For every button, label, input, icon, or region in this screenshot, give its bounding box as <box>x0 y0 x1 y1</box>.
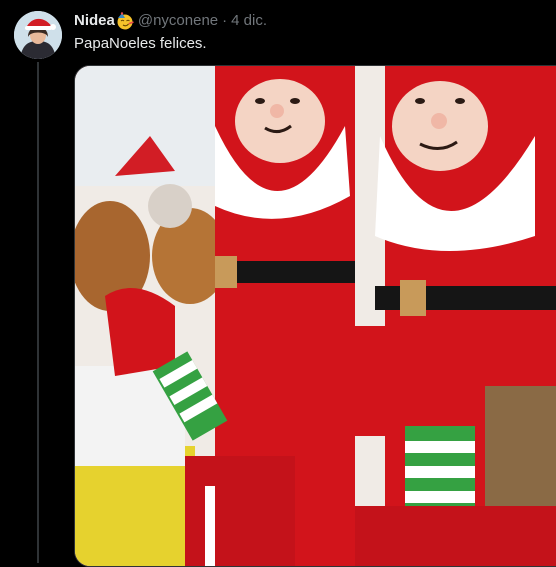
partying-face-icon <box>116 12 134 30</box>
thread-line <box>37 62 39 563</box>
tweet-date[interactable]: 4 dic. <box>231 11 267 31</box>
tweet-header: Nidea @nyconene · 4 dic. <box>74 11 267 31</box>
user-handle[interactable]: @nyconene <box>138 11 218 31</box>
header-separator: · <box>222 12 228 29</box>
santa-plush-photo <box>75 66 556 566</box>
avatar-icon <box>14 11 62 59</box>
tweet-media-photo[interactable] <box>74 65 556 567</box>
tweet-text: PapaNoeles felices. <box>74 35 207 52</box>
avatar[interactable] <box>14 11 62 59</box>
display-name[interactable]: Nidea <box>74 11 115 31</box>
